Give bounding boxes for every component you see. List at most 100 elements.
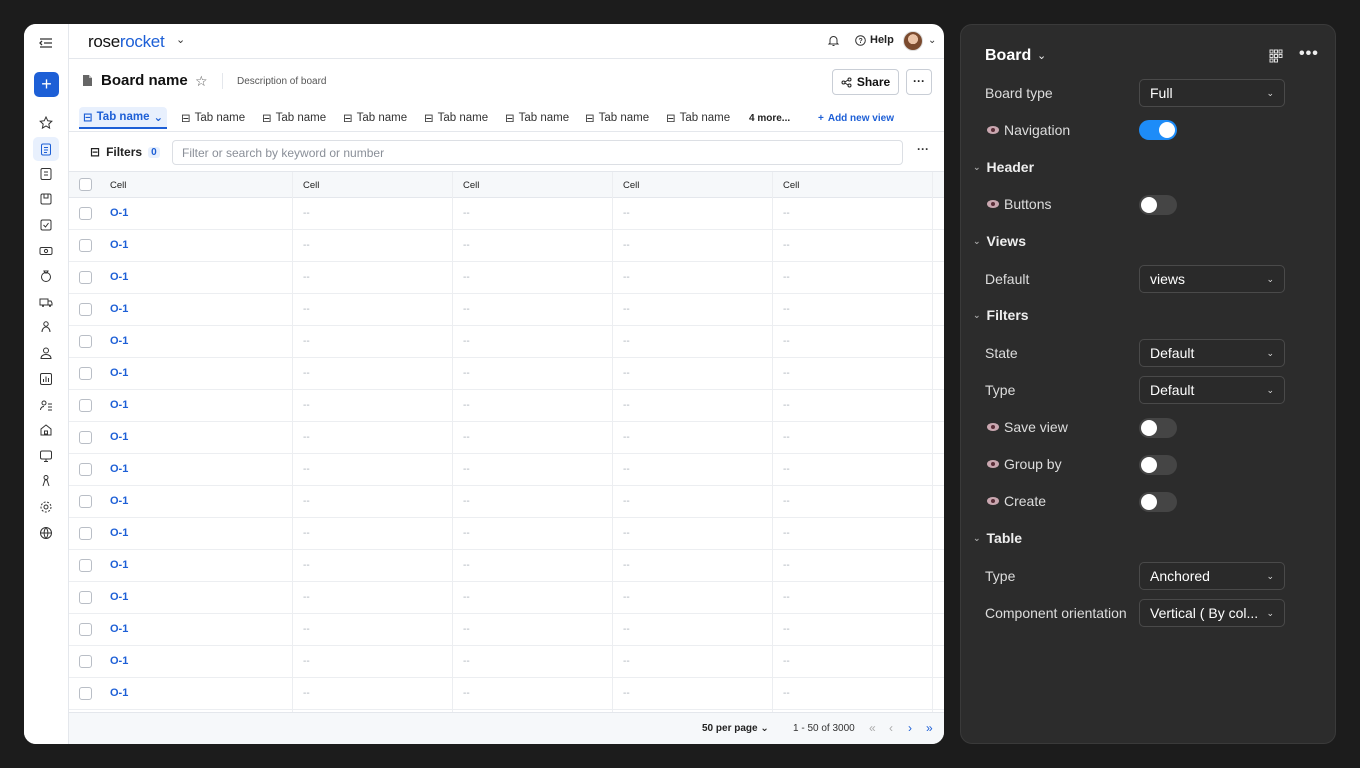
- bell-icon[interactable]: [827, 34, 840, 47]
- user-icon[interactable]: [37, 344, 55, 362]
- order-id-link[interactable]: O-1: [110, 239, 128, 251]
- create-button[interactable]: +: [34, 72, 59, 97]
- panel-more-icon[interactable]: •••: [1299, 45, 1319, 63]
- row-checkbox[interactable]: [79, 687, 92, 700]
- table-row[interactable]: O-1 -- -- -- --: [69, 294, 944, 326]
- row-checkbox[interactable]: [79, 399, 92, 412]
- task-check-icon[interactable]: [37, 216, 55, 234]
- column-header[interactable]: Cell: [623, 180, 639, 191]
- package-icon[interactable]: [37, 190, 55, 208]
- money-bag-icon[interactable]: [37, 267, 55, 285]
- orientation-select[interactable]: Vertical ( By col... ⌄: [1139, 599, 1285, 627]
- globe-icon[interactable]: [37, 524, 55, 542]
- contacts-icon[interactable]: [37, 396, 55, 414]
- order-id-link[interactable]: O-1: [110, 623, 128, 635]
- favorite-star-icon[interactable]: ☆: [195, 73, 208, 90]
- create-toggle[interactable]: [1139, 492, 1177, 512]
- driver-icon[interactable]: [37, 318, 55, 336]
- eye-icon[interactable]: [987, 423, 999, 431]
- monitor-icon[interactable]: [37, 447, 55, 465]
- table-row[interactable]: O-1 -- -- -- --: [69, 518, 944, 550]
- tab-4[interactable]: ⊟ Tab name: [343, 107, 407, 129]
- row-checkbox[interactable]: [79, 623, 92, 636]
- column-header[interactable]: Cell: [783, 180, 799, 191]
- tab-2[interactable]: ⊟ Tab name: [181, 107, 245, 129]
- order-id-link[interactable]: O-1: [110, 399, 128, 411]
- table-type-select[interactable]: Anchored ⌄: [1139, 562, 1285, 590]
- next-page-icon[interactable]: ›: [908, 721, 912, 735]
- user-avatar[interactable]: [903, 31, 923, 51]
- row-checkbox[interactable]: [79, 559, 92, 572]
- order-id-link[interactable]: O-1: [110, 687, 128, 699]
- settings-gear-icon[interactable]: [37, 498, 55, 516]
- views-section[interactable]: ⌄ Views: [973, 233, 1026, 249]
- table-row[interactable]: O-1 -- -- -- --: [69, 390, 944, 422]
- table-section[interactable]: ⌄ Table: [973, 530, 1022, 546]
- eye-icon[interactable]: [987, 460, 999, 468]
- filters-button[interactable]: ⊟ Filters 0: [90, 145, 160, 159]
- row-checkbox[interactable]: [79, 303, 92, 316]
- type-select[interactable]: Default ⌄: [1139, 376, 1285, 404]
- default-view-select[interactable]: views ⌄: [1139, 265, 1285, 293]
- invoice-icon[interactable]: [37, 165, 55, 183]
- order-id-link[interactable]: O-1: [110, 303, 128, 315]
- previous-page-icon[interactable]: ‹: [889, 721, 893, 735]
- buttons-toggle[interactable]: [1139, 195, 1177, 215]
- row-checkbox[interactable]: [79, 655, 92, 668]
- row-checkbox[interactable]: [79, 367, 92, 380]
- grid-icon[interactable]: [1269, 49, 1283, 63]
- clipboard-icon[interactable]: [33, 137, 59, 161]
- truck-money-icon[interactable]: [37, 293, 55, 311]
- table-row[interactable]: O-1 -- -- -- --: [69, 326, 944, 358]
- lock-building-icon[interactable]: [37, 421, 55, 439]
- tab-6[interactable]: ⊟ Tab name: [505, 107, 569, 129]
- avatar-chevron-down-icon[interactable]: ⌄: [928, 35, 936, 46]
- reports-icon[interactable]: [37, 370, 55, 388]
- tab-5[interactable]: ⊟ Tab name: [424, 107, 488, 129]
- eye-icon[interactable]: [987, 497, 999, 505]
- table-row[interactable]: O-1 -- -- -- --: [69, 422, 944, 454]
- table-row[interactable]: O-1 -- -- -- --: [69, 678, 944, 710]
- order-id-link[interactable]: O-1: [110, 655, 128, 667]
- help-button[interactable]: ? Help: [855, 34, 894, 46]
- state-select[interactable]: Default ⌄: [1139, 339, 1285, 367]
- row-checkbox[interactable]: [79, 271, 92, 284]
- order-id-link[interactable]: O-1: [110, 527, 128, 539]
- tab-1[interactable]: ⊟ Tab name ⌄: [79, 107, 168, 129]
- carrier-icon[interactable]: [37, 472, 55, 490]
- share-button[interactable]: Share: [832, 69, 899, 95]
- table-row[interactable]: O-1 -- -- -- --: [69, 486, 944, 518]
- row-checkbox[interactable]: [79, 495, 92, 508]
- table-row[interactable]: O-1 -- -- -- --: [69, 198, 944, 230]
- first-page-icon[interactable]: «: [869, 721, 876, 735]
- chevron-down-icon[interactable]: ⌄: [1037, 49, 1046, 62]
- board-description[interactable]: Description of board: [237, 76, 327, 87]
- order-id-link[interactable]: O-1: [110, 431, 128, 443]
- per-page-select[interactable]: 50 per page ⌄: [702, 723, 769, 734]
- eye-icon[interactable]: [987, 200, 999, 208]
- chevron-down-icon[interactable]: ⌄: [176, 33, 185, 46]
- column-header[interactable]: Cell: [303, 180, 319, 191]
- order-id-link[interactable]: O-1: [110, 271, 128, 283]
- table-row[interactable]: O-1 -- -- -- --: [69, 230, 944, 262]
- group-by-toggle[interactable]: [1139, 455, 1177, 475]
- order-id-link[interactable]: O-1: [110, 559, 128, 571]
- order-id-link[interactable]: O-1: [110, 591, 128, 603]
- more-options-button[interactable]: ···: [906, 69, 932, 95]
- table-row[interactable]: O-1 -- -- -- --: [69, 358, 944, 390]
- row-checkbox[interactable]: [79, 463, 92, 476]
- table-row[interactable]: O-1 -- -- -- --: [69, 582, 944, 614]
- row-checkbox[interactable]: [79, 591, 92, 604]
- row-checkbox[interactable]: [79, 527, 92, 540]
- select-all-checkbox[interactable]: [79, 178, 92, 191]
- tab-3[interactable]: ⊟ Tab name: [262, 107, 326, 129]
- column-header[interactable]: Cell: [463, 180, 479, 191]
- board-type-select[interactable]: Full ⌄: [1139, 79, 1285, 107]
- row-checkbox[interactable]: [79, 207, 92, 220]
- rose-rocket-logo[interactable]: roserocket: [88, 32, 165, 52]
- table-row[interactable]: O-1 -- -- -- --: [69, 262, 944, 294]
- search-input[interactable]: Filter or search by keyword or number: [172, 140, 903, 165]
- filter-more-button[interactable]: ···: [917, 142, 929, 156]
- filters-section[interactable]: ⌄ Filters: [973, 307, 1029, 323]
- row-checkbox[interactable]: [79, 335, 92, 348]
